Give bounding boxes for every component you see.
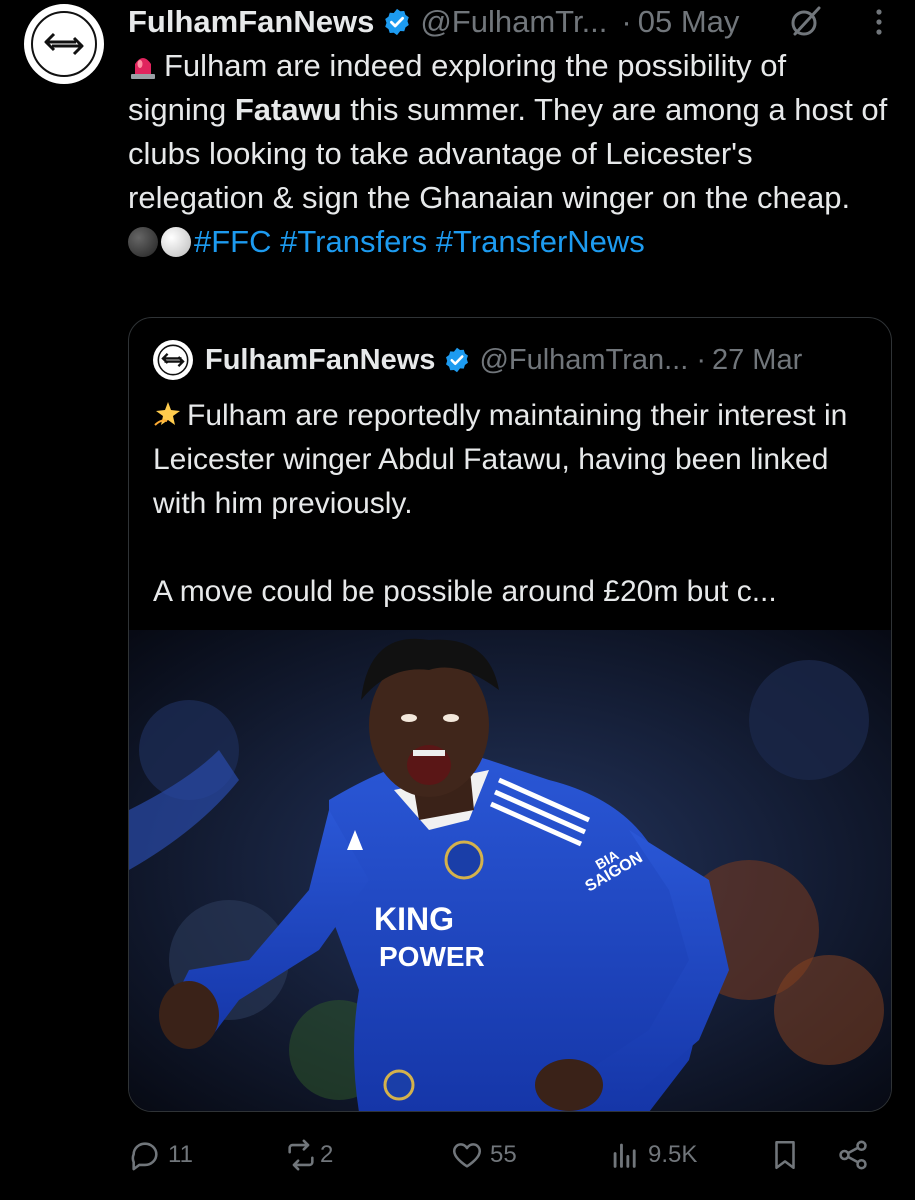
repost-count: 2 (320, 1141, 334, 1168)
quoted-tweet-text: Fulham are reportedly maintaining their … (153, 394, 873, 614)
tweet-text-bold: Fatawu (234, 92, 342, 127)
views-icon (613, 1143, 636, 1168)
like-button[interactable]: 55 (450, 1132, 517, 1178)
grok-icon[interactable] (789, 4, 823, 38)
quoted-tweet[interactable]: FulhamFanNews @FulhamTran... · 27 Mar Fu… (128, 317, 892, 1112)
views-count: 9.5K (648, 1141, 698, 1168)
shirt-sponsor-line1: KING (374, 901, 454, 937)
quoted-author-avatar (153, 340, 193, 380)
more-icon[interactable] (869, 4, 889, 40)
white-circle-emoji-icon (161, 227, 191, 257)
transfer-arrows-icon (31, 11, 97, 77)
bookmark-icon (775, 1140, 795, 1170)
quoted-text-para1: Fulham are reportedly maintaining their … (153, 399, 848, 520)
separator-dot: · (696, 343, 706, 376)
author-name[interactable]: FulhamFanNews (128, 4, 374, 40)
views-button[interactable]: 9.5K (608, 1132, 697, 1178)
reply-button[interactable]: 11 (128, 1132, 193, 1178)
share-button[interactable] (836, 1132, 870, 1178)
tweet-text: Fulham are indeed exploring the possibil… (128, 44, 888, 264)
share-icon (839, 1140, 867, 1170)
tweet-date[interactable]: 05 May (638, 4, 740, 40)
author-avatar[interactable] (24, 4, 104, 84)
author-handle[interactable]: @FulhamTr... (420, 4, 607, 40)
tweet-actions: 11 2 55 9.5K (128, 1132, 888, 1178)
transfer-arrows-icon (157, 344, 189, 376)
player-celebration-image: KING POWER BIA SAIGON (129, 630, 891, 1111)
quoted-tweet-header: FulhamFanNews @FulhamTran... · 27 Mar (153, 340, 867, 380)
verified-badge-icon (385, 8, 410, 36)
verified-badge-icon (446, 347, 469, 373)
black-circle-emoji-icon (128, 227, 158, 257)
heart-icon (452, 1143, 482, 1168)
quoted-author-name: FulhamFanNews (205, 343, 436, 376)
quoted-author-handle: @FulhamTran... (479, 343, 689, 376)
reply-count: 11 (168, 1141, 193, 1168)
hashtag-transfernews[interactable]: #TransferNews (436, 224, 645, 259)
dizzy-emoji-icon (154, 402, 180, 426)
tweet-header: FulhamFanNews @FulhamTr... · 05 May (128, 0, 891, 44)
repost-icon (288, 1139, 314, 1171)
separator-dot: · (621, 4, 632, 39)
reply-icon (131, 1142, 158, 1171)
bookmark-button[interactable] (768, 1132, 802, 1178)
shirt-sponsor-line2: POWER (379, 941, 485, 972)
quoted-tweet-date: 27 Mar (711, 343, 803, 376)
like-count: 55 (490, 1141, 517, 1168)
quoted-text-para2: A move could be possible around £20m but… (153, 575, 777, 608)
hashtag-ffc[interactable]: #FFC (194, 224, 272, 259)
hashtag-transfers[interactable]: #Transfers (280, 224, 427, 259)
repost-button[interactable]: 2 (284, 1132, 333, 1178)
siren-emoji-icon (131, 58, 155, 79)
player-photo[interactable]: KING POWER BIA SAIGON (129, 630, 891, 1111)
